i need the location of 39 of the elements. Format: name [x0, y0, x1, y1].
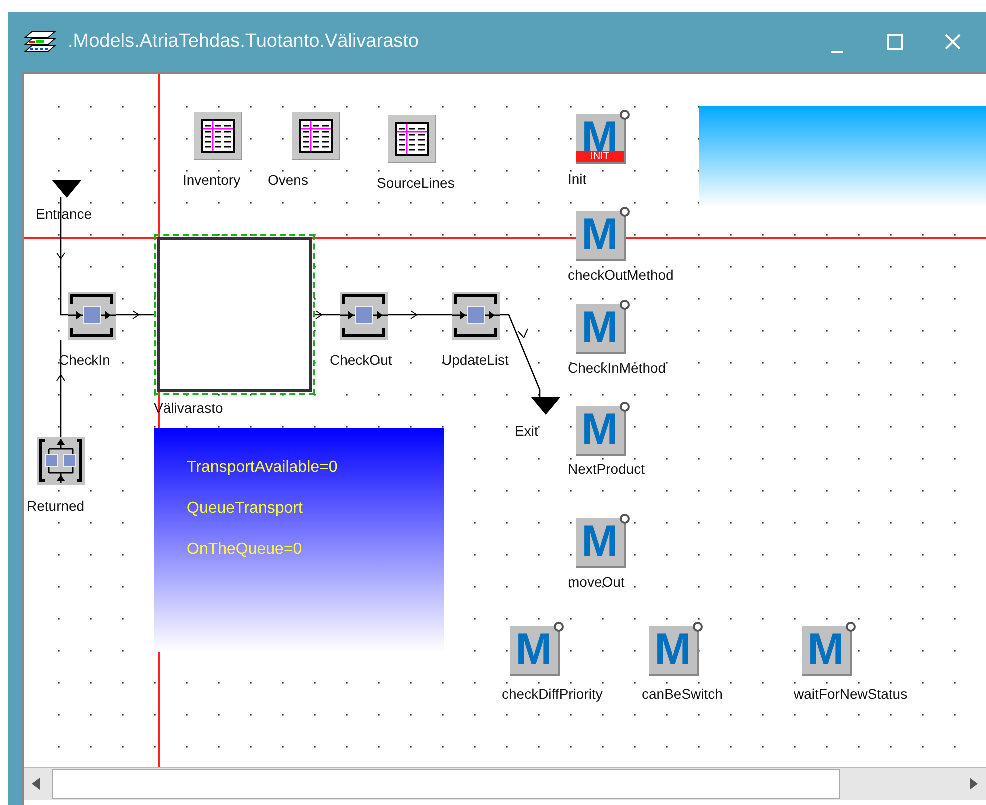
station-icon[interactable] [68, 292, 116, 340]
connector-arrow [315, 310, 340, 320]
close-icon [945, 34, 961, 50]
node-label: checkOutMethod [568, 267, 674, 283]
right-arrow-icon [970, 778, 978, 790]
window-title: .Models.AtriaTehdas.Tuotanto.Välivarasto [68, 30, 420, 54]
table-icon[interactable] [194, 112, 242, 160]
drain-triangle-icon[interactable] [531, 397, 561, 415]
layers-icon [24, 31, 56, 53]
panel-text: QueueTransport [187, 499, 303, 519]
assembly-icon[interactable] [37, 437, 85, 485]
node-label: NextProduct [568, 461, 646, 477]
horizontal-scrollbar[interactable] [24, 767, 986, 800]
table-icon[interactable] [292, 112, 340, 160]
node-label: Exit [515, 423, 538, 439]
node-label: canBeSwitch [642, 686, 723, 702]
source-triangle-icon[interactable] [52, 180, 82, 198]
gradient-panel[interactable]: TransportAvailable=0 QueueTransport OnTheQueue=0 [154, 428, 444, 652]
node-label: Returned [27, 498, 85, 514]
panel-text: OnTheQueue=0 [187, 540, 302, 560]
node-label: SourceLines [377, 175, 455, 191]
node-label: Ovens [268, 172, 308, 188]
panel-text: TransportAvailable=0 [187, 458, 338, 478]
node-label: CheckOut [330, 352, 392, 368]
node-label: moveOut [568, 574, 625, 590]
table-icon[interactable] [388, 115, 436, 163]
station-icon[interactable] [452, 292, 500, 340]
frame-block[interactable] [154, 234, 315, 395]
scroll-thumb[interactable] [52, 769, 840, 799]
node-label: Init [568, 171, 587, 187]
node-label: CheckInMethod [568, 360, 666, 376]
node-label: Inventory [183, 172, 241, 188]
left-arrow-icon [32, 778, 40, 790]
node-label: checkDiffPriority [502, 686, 603, 702]
node-label: UpdateList [442, 352, 509, 368]
node-label: waitForNewStatus [794, 686, 908, 702]
maximize-icon [887, 34, 903, 50]
station-icon[interactable] [340, 292, 388, 340]
minimize-icon [831, 51, 843, 53]
